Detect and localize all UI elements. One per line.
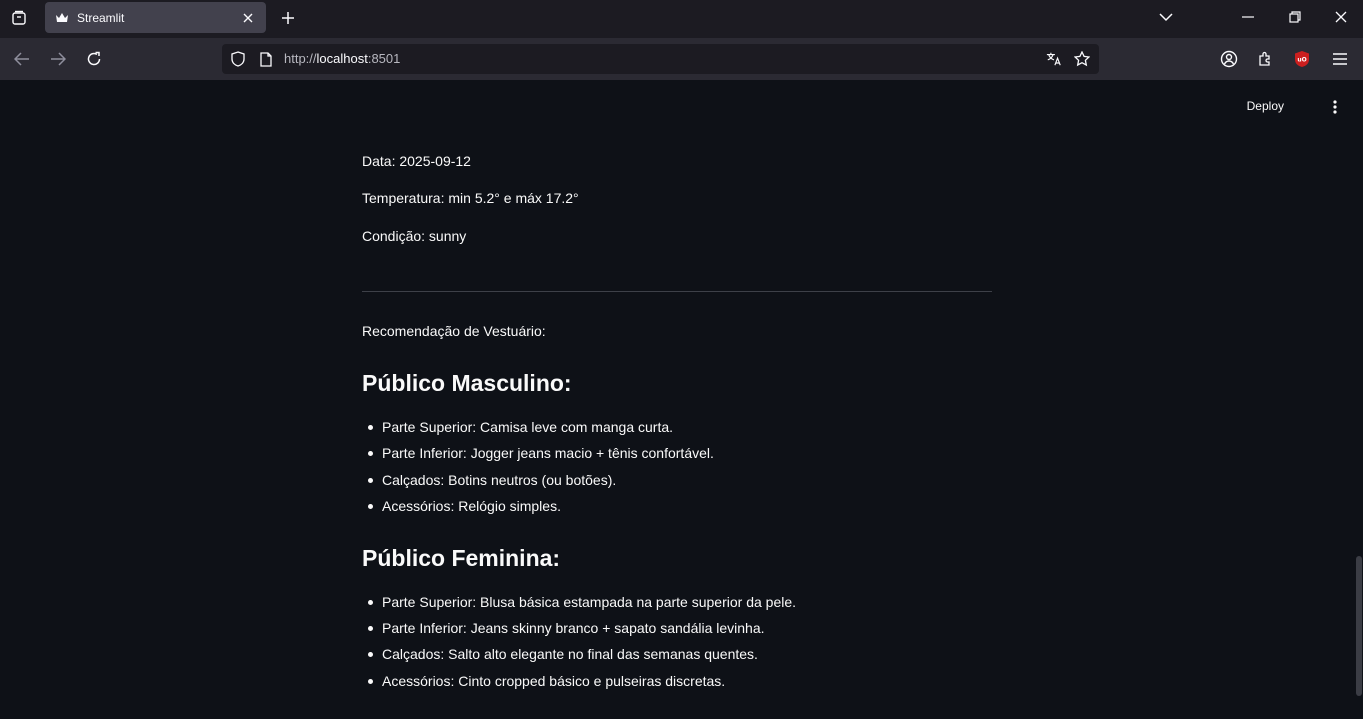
divider [362,291,992,292]
streamlit-app: Deploy Data: 2025-09-12 Temperatura: min… [0,80,1363,719]
tab-title: Streamlit [77,10,125,25]
bullet [368,478,373,483]
list-item: Acessórios: Relógio simples. [382,498,561,514]
section-heading-feminina: Público Feminina: [362,545,561,571]
minimize-icon[interactable] [1234,4,1262,30]
condition-line: Condição: sunny [362,228,467,244]
list-item: Parte Inferior: Jeans skinny branco + sa… [382,620,765,636]
bullet [368,425,373,430]
url-prefix: http:// [284,51,317,66]
browser-toolbar: http://localhost:8501 uO [0,38,1363,80]
ublock-origin-icon[interactable]: uO [1290,47,1314,71]
browser-tab-streamlit[interactable]: Streamlit [45,2,266,33]
url-text[interactable]: http://localhost:8501 [284,51,400,66]
restore-icon[interactable] [1281,4,1309,30]
bullet [368,679,373,684]
date-line: Data: 2025-09-12 [362,153,471,169]
vertical-scrollbar[interactable] [1356,556,1362,696]
close-window-icon[interactable] [1327,4,1355,30]
bullet [368,626,373,631]
main-menu-icon[interactable] [1327,98,1343,116]
list-item: Parte Inferior: Jogger jeans macio + tên… [382,445,714,461]
extensions-puzzle-icon[interactable] [1253,47,1277,71]
menu-hamburger-icon[interactable] [1328,47,1352,71]
forward-arrow-icon[interactable] [45,46,71,72]
shield-icon[interactable] [230,51,246,67]
deploy-button[interactable]: Deploy [1247,99,1284,113]
list-all-tabs-icon[interactable] [1152,4,1180,30]
bookmark-star-icon[interactable] [1074,51,1090,67]
account-icon[interactable] [1217,47,1241,71]
bullet [368,504,373,509]
page-icon[interactable] [258,51,274,67]
list-item: Acessórios: Cinto cropped básico e pulse… [382,673,726,689]
bullet [368,451,373,456]
bullet [368,600,373,605]
recommendation-label: Recomendação de Vestuário: [362,323,546,339]
tab-list-icon[interactable] [0,0,38,36]
address-bar[interactable]: http://localhost:8501 [222,44,1099,74]
browser-tab-strip: Streamlit [0,0,1363,38]
list-item: Calçados: Botins neutros (ou botões). [382,472,617,488]
list-item: Calçados: Salto alto elegante no final d… [382,646,758,662]
back-arrow-icon[interactable] [9,46,35,72]
list-item: Parte Superior: Blusa básica estampada n… [382,594,797,610]
section-heading-masculino: Público Masculino: [362,370,572,396]
svg-text:uO: uO [1297,57,1306,64]
translate-icon[interactable] [1046,51,1062,67]
temperature-line: Temperatura: min 5.2° e máx 17.2° [362,190,579,206]
new-tab-icon[interactable] [276,6,300,30]
bullet [368,652,373,657]
reload-icon[interactable] [81,46,107,72]
list-item: Parte Superior: Camisa leve com manga cu… [382,419,674,435]
url-host: localhost [316,51,368,66]
close-tab-icon[interactable] [240,10,256,26]
streamlit-crown-icon [55,11,69,25]
url-suffix: :8501 [367,51,401,66]
